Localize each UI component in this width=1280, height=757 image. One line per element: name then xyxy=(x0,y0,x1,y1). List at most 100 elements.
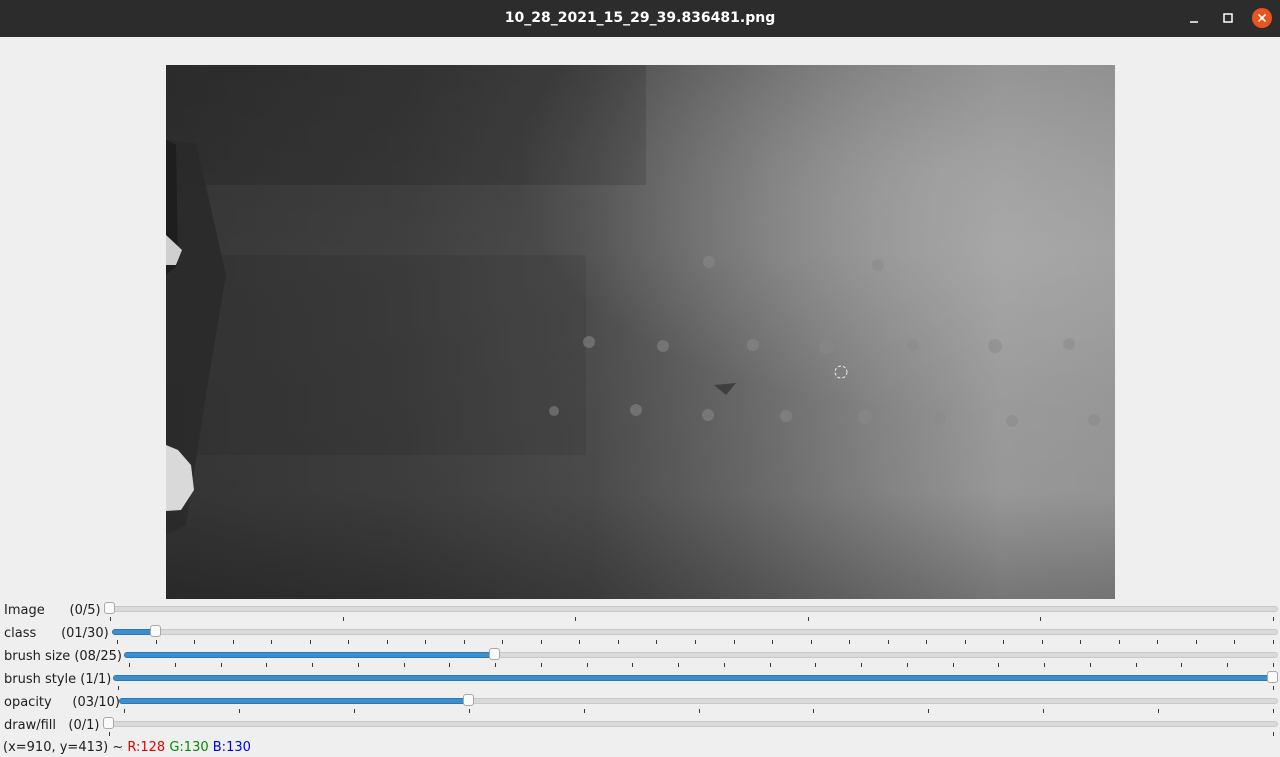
trackbar-draw-fill: draw/fill (0/1) xyxy=(0,717,1280,740)
opacity-slider[interactable] xyxy=(119,694,1278,717)
title-bar: 10_28_2021_15_29_39.836481.png xyxy=(0,0,1280,37)
slider-tick xyxy=(117,640,118,644)
slider-thumb[interactable] xyxy=(149,625,161,637)
slider-tick xyxy=(312,663,314,667)
slider-tick xyxy=(952,663,954,667)
trackbar-label-draw-fill: draw/fill (0/1) xyxy=(4,718,100,733)
slider-tick xyxy=(772,640,774,644)
slider-tick xyxy=(1273,617,1274,621)
slider-groove xyxy=(112,629,1278,635)
slider-tick xyxy=(220,663,222,667)
slider-tick xyxy=(403,663,405,667)
slider-tick xyxy=(540,640,542,644)
slider-tick xyxy=(926,640,928,644)
slider-tick xyxy=(271,640,273,644)
slider-tick xyxy=(813,709,815,713)
slider-thumb[interactable] xyxy=(462,694,474,706)
slider-tick xyxy=(495,663,497,667)
slider-tick xyxy=(906,663,908,667)
slider-tick xyxy=(698,709,700,713)
slider-groove xyxy=(104,721,1278,727)
trackbar-label-class: class (01/30) xyxy=(4,626,109,641)
image-slider[interactable] xyxy=(104,602,1278,625)
slider-tick xyxy=(174,663,176,667)
slider-tick xyxy=(695,640,696,644)
slider-tick xyxy=(656,640,658,644)
slider-tick xyxy=(386,640,388,644)
slider-tick xyxy=(887,640,889,644)
slider-thumb[interactable] xyxy=(103,717,114,729)
slider-thumb[interactable] xyxy=(104,602,115,614)
slider-tick xyxy=(1157,640,1159,644)
brush-size-slider[interactable] xyxy=(124,648,1278,671)
slider-tick xyxy=(810,640,812,644)
blue-value: B:130 xyxy=(212,740,251,755)
slider-tick xyxy=(118,686,119,690)
close-button[interactable] xyxy=(1252,8,1272,28)
slider-tick xyxy=(586,663,588,667)
slider-groove xyxy=(105,606,1278,612)
slider-tick xyxy=(1273,640,1274,644)
slider-tick xyxy=(357,663,359,667)
slider-ticks xyxy=(104,732,1278,737)
slider-tick xyxy=(1089,663,1091,667)
slider-tick xyxy=(266,663,268,667)
slider-tick xyxy=(579,640,581,644)
slider-tick xyxy=(583,709,585,713)
slider-tick xyxy=(1227,663,1229,667)
slider-tick xyxy=(348,640,350,644)
slider-tick xyxy=(733,640,735,644)
slider-tick xyxy=(1003,640,1005,644)
slider-tick xyxy=(807,617,809,621)
draw-fill-slider[interactable] xyxy=(103,717,1278,740)
slider-fill xyxy=(113,675,1275,681)
trackbar-label-opacity: opacity (03/10) xyxy=(4,695,120,710)
slider-tick xyxy=(575,617,577,621)
brush-style-slider[interactable] xyxy=(113,671,1278,694)
slider-tick xyxy=(769,663,771,667)
trackbar-label-brush-style: brush style (1/1) xyxy=(4,672,112,687)
slider-ticks xyxy=(113,686,1278,691)
grayscale-photo xyxy=(166,65,1115,599)
slider-tick xyxy=(232,640,234,644)
slider-tick xyxy=(964,640,966,644)
slider-tick xyxy=(110,617,111,621)
minimize-button[interactable] xyxy=(1184,8,1204,28)
slider-tick xyxy=(353,709,355,713)
window-title: 10_28_2021_15_29_39.836481.png xyxy=(504,10,776,26)
slider-tick xyxy=(468,709,470,713)
slider-fill xyxy=(124,652,498,658)
slider-thumb[interactable] xyxy=(489,648,501,660)
slider-tick xyxy=(155,640,157,644)
trackbar-class: class (01/30) xyxy=(0,625,1280,648)
slider-tick xyxy=(849,640,851,644)
trackbar-image: Image (0/5) xyxy=(0,602,1280,625)
trackbar-label-image: Image (0/5) xyxy=(4,603,101,618)
slider-ticks xyxy=(105,617,1278,622)
maximize-button[interactable] xyxy=(1218,8,1238,28)
slider-tick xyxy=(1273,709,1274,713)
slider-tick xyxy=(1043,709,1045,713)
slider-ticks xyxy=(124,663,1278,668)
slider-tick xyxy=(632,663,634,667)
slider-tick xyxy=(342,617,344,621)
slider-ticks xyxy=(112,640,1278,645)
red-value: R:128 xyxy=(127,740,166,755)
maximize-icon xyxy=(1223,13,1233,23)
slider-tick xyxy=(1135,663,1137,667)
slider-thumb[interactable] xyxy=(1267,671,1278,683)
slider-tick xyxy=(1195,640,1197,644)
slider-tick xyxy=(449,663,451,667)
slider-tick xyxy=(678,663,680,667)
slider-tick xyxy=(309,640,311,644)
slider-tick xyxy=(1158,709,1160,713)
slider-tick xyxy=(928,709,930,713)
slider-tick xyxy=(1041,640,1043,644)
close-icon xyxy=(1252,8,1272,28)
slider-tick xyxy=(124,709,125,713)
class-slider[interactable] xyxy=(112,625,1278,648)
slider-tick xyxy=(129,663,130,667)
image-canvas[interactable] xyxy=(166,65,1115,599)
slider-tick xyxy=(463,640,465,644)
slider-tick xyxy=(1118,640,1120,644)
